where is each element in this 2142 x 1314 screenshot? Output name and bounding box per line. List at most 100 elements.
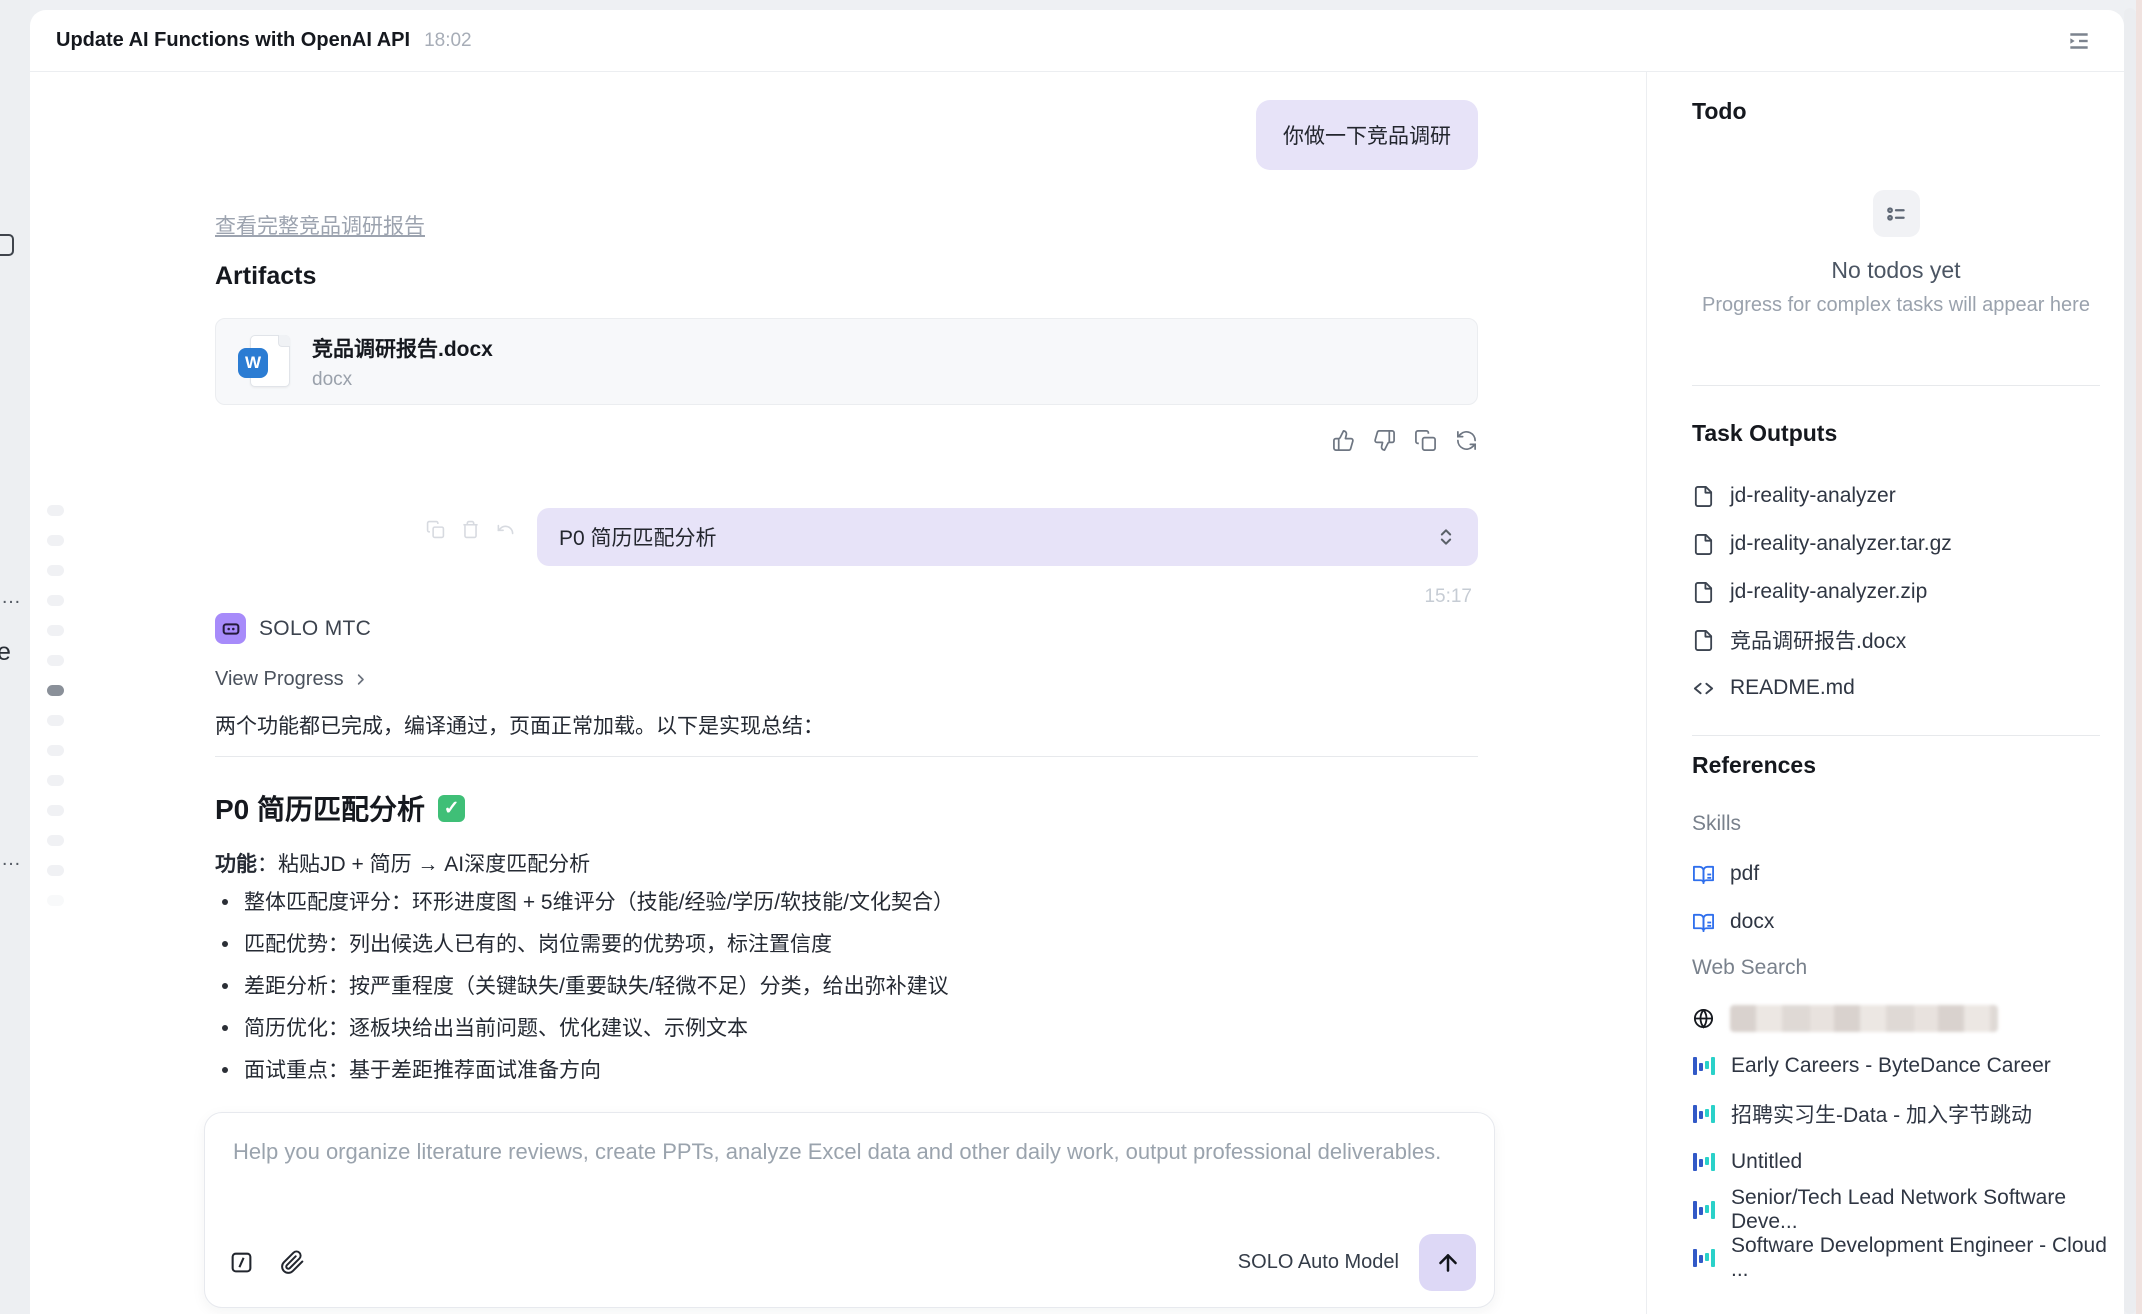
timeline-dot[interactable] xyxy=(47,775,64,786)
message-timestamp: 15:17 xyxy=(1424,586,1472,608)
word-badge: W xyxy=(238,348,268,378)
section-heading: P0 简历匹配分析 xyxy=(215,788,425,828)
list-item: 简历优化：逐板块给出当前问题、优化建议、示例文本 xyxy=(218,1016,1481,1041)
delete-icon[interactable] xyxy=(461,520,480,539)
assistant-summary: 两个功能都已完成，编译通过，页面正常加载。以下是实现总结： xyxy=(215,710,1478,740)
chevron-right-icon xyxy=(353,672,368,687)
web-result-item[interactable]: Software Development Engineer - Cloud ..… xyxy=(1692,1234,2122,1282)
timeline-dot[interactable] xyxy=(47,805,64,816)
agent-avatar xyxy=(215,613,246,644)
feature-bullet-list: 整体匹配度评分：环形进度图 + 5维评分（技能/经验/学历/软技能/文化契合） … xyxy=(218,890,1481,1100)
references-heading: References xyxy=(1692,752,1816,779)
file-icon xyxy=(1692,485,1715,508)
skill-item[interactable]: docx xyxy=(1692,898,2122,946)
collapsed-left-sidebar: … e … xyxy=(0,0,30,1314)
copy-icon[interactable] xyxy=(426,520,445,539)
redacted-text xyxy=(1730,1005,1998,1032)
word-file-icon: W xyxy=(238,333,292,391)
timeline-dot[interactable] xyxy=(47,505,64,516)
full-report-link[interactable]: 查看完整竞品调研报告 xyxy=(215,210,425,240)
bytedance-logo-icon xyxy=(1692,1150,1716,1174)
skills-list: pdf docx xyxy=(1692,850,2122,946)
task-outputs-heading: Task Outputs xyxy=(1692,420,1837,447)
window-edge xyxy=(2136,0,2142,1314)
timeline-dot[interactable] xyxy=(47,595,64,606)
message-timeline xyxy=(47,505,65,925)
artifact-card[interactable]: W 竞品调研报告.docx docx xyxy=(215,318,1478,405)
user-message-bubble: 你做一下竞品调研 xyxy=(1256,100,1478,170)
skills-subheading: Skills xyxy=(1692,812,1741,836)
web-result-item[interactable]: Senior/Tech Lead Network Software Deve..… xyxy=(1692,1186,2122,1234)
thumbs-up-icon[interactable] xyxy=(1332,429,1355,452)
artifact-name: 竞品调研报告.docx xyxy=(312,333,493,363)
web-result-item[interactable]: Untitled xyxy=(1692,1138,2122,1186)
version-selector-label: P0 简历匹配分析 xyxy=(559,522,717,552)
bytedance-logo-icon xyxy=(1692,1246,1716,1270)
view-progress-link[interactable]: View Progress xyxy=(215,668,368,691)
list-item: 整体匹配度评分：环形进度图 + 5维评分（技能/经验/学历/软技能/文化契合） xyxy=(218,890,1481,915)
scrollbar-track[interactable] xyxy=(2124,8,2136,1314)
clipped-text-fragment: … xyxy=(1,586,21,609)
timeline-dot-active[interactable] xyxy=(47,685,64,696)
timeline-dot[interactable] xyxy=(47,565,64,576)
agent-name: SOLO MTC xyxy=(259,617,371,641)
undo-icon[interactable] xyxy=(496,520,515,539)
view-progress-label: View Progress xyxy=(215,668,344,691)
message-input[interactable] xyxy=(233,1139,1463,1229)
conversation-time: 18:02 xyxy=(424,30,472,52)
timeline-dot[interactable] xyxy=(47,865,64,876)
list-item: 差距分析：按严重程度（关键缺失/重要缺失/轻微不足）分类，给出弥补建议 xyxy=(218,974,1481,999)
divider xyxy=(1692,735,2100,736)
regenerate-icon[interactable] xyxy=(1455,429,1478,452)
sidebar-divider xyxy=(1646,72,1647,1314)
book-open-icon xyxy=(1692,863,1715,886)
file-icon xyxy=(1692,533,1715,556)
timeline-dot[interactable] xyxy=(47,715,64,726)
task-output-item[interactable]: jd-reality-analyzer xyxy=(1692,472,2122,520)
task-output-item[interactable]: jd-reality-analyzer.tar.gz xyxy=(1692,520,2122,568)
version-selector[interactable]: P0 简历匹配分析 xyxy=(537,508,1478,566)
web-result-item[interactable]: Early Careers - ByteDance Career xyxy=(1692,1042,2122,1090)
file-icon xyxy=(1692,581,1715,604)
task-output-item[interactable]: jd-reality-analyzer.zip xyxy=(1692,568,2122,616)
task-outputs-list: jd-reality-analyzer jd-reality-analyzer.… xyxy=(1692,472,2122,712)
version-tools xyxy=(426,520,515,539)
send-button[interactable] xyxy=(1419,1234,1476,1291)
model-selector[interactable]: SOLO Auto Model xyxy=(1238,1251,1399,1274)
artifacts-heading: Artifacts xyxy=(215,262,316,291)
task-output-item[interactable]: README.md xyxy=(1692,664,2122,712)
thumbs-down-icon[interactable] xyxy=(1373,429,1396,452)
composer-toolbar: SOLO Auto Model xyxy=(229,1234,1476,1291)
slash-command-icon[interactable] xyxy=(229,1250,254,1275)
clipped-text-fragment: e xyxy=(0,638,11,667)
timeline-dot[interactable] xyxy=(47,625,64,636)
divider xyxy=(1692,385,2100,386)
todo-empty-subtitle: Progress for complex tasks will appear h… xyxy=(1692,294,2100,317)
collapse-panel-button[interactable] xyxy=(2064,26,2094,56)
timeline-dot[interactable] xyxy=(47,655,64,666)
feature-desc: ：粘贴JD + 简历 → AI深度匹配分析 xyxy=(257,853,590,876)
conversation-title: Update AI Functions with OpenAI API xyxy=(56,29,410,52)
timeline-dot[interactable] xyxy=(47,535,64,546)
timeline-dot[interactable] xyxy=(47,745,64,756)
web-result-item[interactable]: 招聘实习生-Data - 加入字节跳动 xyxy=(1692,1090,2122,1138)
copy-icon[interactable] xyxy=(1414,429,1437,452)
web-search-subheading: Web Search xyxy=(1692,956,1807,980)
skill-item[interactable]: pdf xyxy=(1692,850,2122,898)
list-item: 匹配优势：列出候选人已有的、岗位需要的优势项，标注置信度 xyxy=(218,932,1481,957)
web-result-redacted[interactable] xyxy=(1692,994,2122,1042)
timeline-dot[interactable] xyxy=(47,835,64,846)
todo-empty-title: No todos yet xyxy=(1692,257,2100,284)
bytedance-logo-icon xyxy=(1692,1054,1716,1078)
code-icon xyxy=(1692,677,1715,700)
book-open-icon xyxy=(1692,911,1715,934)
artifact-type: docx xyxy=(312,369,493,391)
feature-label: 功能 xyxy=(215,853,257,876)
todo-heading: Todo xyxy=(1692,98,1747,125)
arrow-up-icon xyxy=(1435,1250,1461,1276)
web-search-list: Early Careers - ByteDance Career 招聘实习生-D… xyxy=(1692,994,2122,1282)
attach-file-icon[interactable] xyxy=(280,1250,305,1275)
timeline-dot[interactable] xyxy=(47,895,64,906)
task-output-item[interactable]: 竞品调研报告.docx xyxy=(1692,616,2122,664)
checklist-icon xyxy=(1873,190,1920,237)
